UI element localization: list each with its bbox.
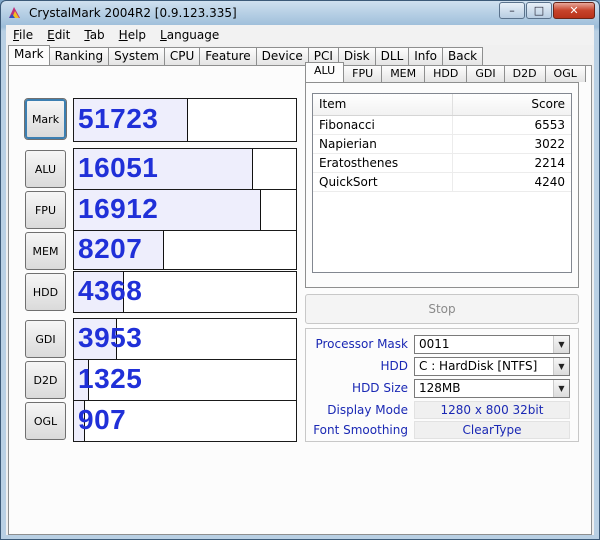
crystalmark-app-icon bbox=[9, 7, 20, 18]
processor-mask-label: Processor Mask bbox=[315, 337, 408, 351]
close-button[interactable]: ✕ bbox=[553, 2, 595, 19]
menu-edit[interactable]: Edit bbox=[40, 25, 77, 45]
tab-cpu[interactable]: CPU bbox=[163, 47, 201, 65]
row-item: Napierian bbox=[313, 135, 453, 153]
sub-tabs: ALU FPU MEM HDD GDI D2D OGL bbox=[305, 62, 586, 82]
font-smoothing-label: Font Smoothing bbox=[313, 423, 408, 437]
settings-panel: Processor Mask 0011 ▼ HDD C : HardDisk [… bbox=[305, 328, 579, 442]
row-item: Fibonacci bbox=[313, 116, 453, 134]
menu-language[interactable]: Language bbox=[153, 25, 226, 45]
processor-mask-select[interactable]: 0011 ▼ bbox=[414, 335, 570, 354]
menu-tab-label: ab bbox=[89, 28, 105, 42]
window-title: CrystalMark 2004R2 [0.9.123.335] bbox=[29, 6, 237, 20]
d2d-button[interactable]: D2D bbox=[25, 361, 66, 399]
gdi-button[interactable]: GDI bbox=[25, 320, 66, 358]
minimize-button[interactable]: – bbox=[499, 2, 525, 19]
title-bar[interactable]: CrystalMark 2004R2 [0.9.123.335] – □ ✕ bbox=[1, 1, 599, 25]
ogl-score-box: 907 bbox=[73, 400, 297, 442]
alu-score: 16051 bbox=[78, 152, 159, 183]
list-item[interactable]: QuickSort 4240 bbox=[313, 173, 571, 192]
sub-tab-hdd[interactable]: HDD bbox=[424, 65, 468, 82]
hdd-size-value: 128MB bbox=[419, 381, 461, 395]
mark-score-box: 51723 bbox=[73, 98, 297, 142]
menu-help-mnemonic: H bbox=[118, 28, 128, 42]
gdi-score: 3953 bbox=[78, 322, 143, 353]
gdi-score-box: 3953 bbox=[73, 318, 297, 360]
fpu-score-box: 16912 bbox=[73, 189, 297, 231]
ogl-button[interactable]: OGL bbox=[25, 402, 66, 440]
list-item[interactable]: Napierian 3022 bbox=[313, 135, 571, 154]
row-score: 3022 bbox=[534, 137, 565, 151]
d2d-score-box: 1325 bbox=[73, 359, 297, 401]
display-mode-value: 1280 x 800 32bit bbox=[414, 401, 570, 419]
stop-button[interactable]: Stop bbox=[305, 294, 579, 324]
alu-button[interactable]: ALU bbox=[25, 150, 66, 188]
client-area: File Edit Tab Help Language Mark Ranking… bbox=[6, 25, 594, 535]
tab-device[interactable]: Device bbox=[255, 47, 309, 65]
menu-help[interactable]: Help bbox=[112, 25, 153, 45]
display-mode-label: Display Mode bbox=[327, 403, 408, 417]
sub-tab-fpu[interactable]: FPU bbox=[343, 65, 383, 82]
app-window: CrystalMark 2004R2 [0.9.123.335] – □ ✕ F… bbox=[0, 0, 600, 540]
menu-bar: File Edit Tab Help Language bbox=[6, 25, 594, 45]
chevron-down-icon[interactable]: ▼ bbox=[553, 380, 569, 397]
hdd-label: HDD bbox=[380, 359, 408, 373]
tab-mark[interactable]: Mark bbox=[8, 45, 50, 65]
hdd-value: C : HardDisk [NTFS] bbox=[419, 359, 538, 373]
fpu-button[interactable]: FPU bbox=[25, 191, 66, 229]
hdd-size-select[interactable]: 128MB ▼ bbox=[414, 379, 570, 398]
hdd-size-label: HDD Size bbox=[352, 381, 408, 395]
mark-score: 51723 bbox=[78, 103, 159, 134]
row-item: QuickSort bbox=[313, 173, 453, 191]
menu-edit-mnemonic: E bbox=[47, 28, 55, 42]
hdd-score: 4368 bbox=[78, 275, 143, 306]
alu-results-panel: Item Score Fibonacci 6553 Napierian 3022… bbox=[305, 82, 579, 288]
chevron-down-icon[interactable]: ▼ bbox=[553, 358, 569, 375]
sub-tab-mem[interactable]: MEM bbox=[381, 65, 426, 82]
row-score: 6553 bbox=[534, 118, 565, 132]
results-list[interactable]: Item Score Fibonacci 6553 Napierian 3022… bbox=[312, 93, 572, 273]
mark-tab-panel: Mark 51723 ALU 16051 FPU 16912 MEM 8207 bbox=[8, 62, 592, 535]
processor-mask-value: 0011 bbox=[419, 337, 450, 351]
sub-tab-alu[interactable]: ALU bbox=[305, 62, 345, 82]
maximize-button[interactable]: □ bbox=[526, 2, 552, 19]
chevron-down-icon[interactable]: ▼ bbox=[553, 336, 569, 353]
menu-edit-label: dit bbox=[54, 28, 71, 42]
hdd-score-box: 4368 bbox=[73, 271, 297, 313]
alu-score-box: 16051 bbox=[73, 148, 297, 190]
row-score: 4240 bbox=[534, 175, 565, 189]
fpu-score: 16912 bbox=[78, 193, 159, 224]
d2d-score: 1325 bbox=[78, 363, 143, 394]
tab-system[interactable]: System bbox=[108, 47, 165, 65]
mem-button[interactable]: MEM bbox=[25, 232, 66, 270]
tab-ranking[interactable]: Ranking bbox=[48, 47, 110, 65]
menu-file[interactable]: File bbox=[6, 25, 40, 45]
menu-help-label: elp bbox=[127, 28, 147, 42]
mem-score: 8207 bbox=[78, 233, 143, 264]
sub-tab-d2d[interactable]: D2D bbox=[503, 65, 546, 82]
mem-score-box: 8207 bbox=[73, 230, 297, 270]
results-header: Item Score bbox=[313, 94, 571, 116]
menu-language-label: anguage bbox=[166, 28, 220, 42]
list-item[interactable]: Eratosthenes 2214 bbox=[313, 154, 571, 173]
hdd-button[interactable]: HDD bbox=[25, 273, 66, 311]
hdd-select[interactable]: C : HardDisk [NTFS] ▼ bbox=[414, 357, 570, 376]
ogl-score: 907 bbox=[78, 404, 127, 435]
font-smoothing-value: ClearType bbox=[414, 421, 570, 439]
row-item: Eratosthenes bbox=[313, 154, 453, 172]
menu-language-mnemonic: L bbox=[160, 28, 167, 42]
column-header-score[interactable]: Score bbox=[453, 94, 571, 115]
tab-feature[interactable]: Feature bbox=[199, 47, 257, 65]
menu-file-label: ile bbox=[19, 28, 34, 42]
list-item[interactable]: Fibonacci 6553 bbox=[313, 116, 571, 135]
menu-tab[interactable]: Tab bbox=[77, 25, 111, 45]
mark-button[interactable]: Mark bbox=[24, 98, 67, 140]
sub-tab-ogl[interactable]: OGL bbox=[544, 65, 586, 82]
sub-tab-gdi[interactable]: GDI bbox=[466, 65, 505, 82]
column-header-item[interactable]: Item bbox=[313, 94, 453, 115]
row-score: 2214 bbox=[534, 156, 565, 170]
